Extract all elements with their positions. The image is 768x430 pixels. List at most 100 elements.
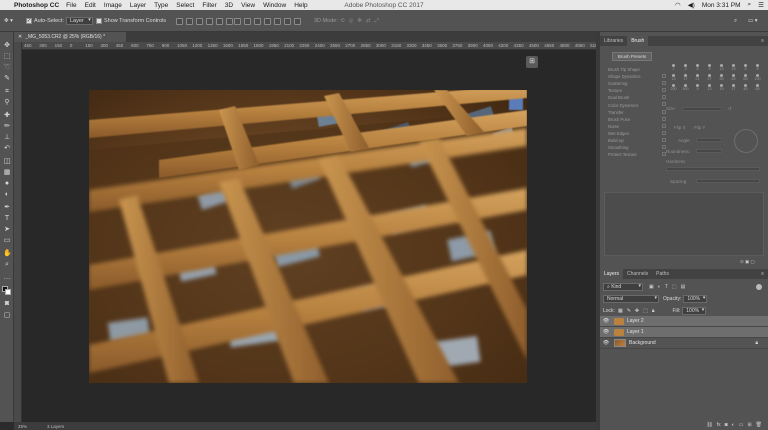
- brush-tip-cell[interactable]: 45: [740, 84, 751, 92]
- path-select-icon[interactable]: ➤: [3, 226, 11, 234]
- brush-presets-button[interactable]: Brush Presets: [612, 52, 652, 61]
- marquee-tool-icon[interactable]: ⬚: [3, 53, 11, 61]
- clock[interactable]: Mon 3:31 PM: [702, 2, 741, 9]
- filter-smart-icon[interactable]: ▤: [681, 284, 686, 290]
- layer-name[interactable]: Background: [629, 340, 656, 346]
- distribute-hcenter-icon[interactable]: [274, 17, 281, 25]
- menu-type[interactable]: Type: [154, 2, 168, 9]
- pen-tool-icon[interactable]: ✒: [3, 204, 11, 212]
- layer-row[interactable]: 👁︎ Layer 2: [600, 316, 768, 327]
- brush-tip-cell[interactable]: 19: [716, 84, 727, 92]
- fill-field[interactable]: 100%: [682, 306, 707, 315]
- document-image[interactable]: [89, 90, 527, 383]
- distribute-vcenter-icon[interactable]: [244, 17, 251, 25]
- brush-tip-cell[interactable]: 65: [740, 74, 751, 82]
- brush-tip-cell[interactable]: 5: [692, 64, 703, 72]
- lock-image-icon[interactable]: ✎: [627, 308, 631, 314]
- menu-3d[interactable]: 3D: [225, 2, 233, 9]
- layer-row[interactable]: 👁︎ Layer 1: [600, 327, 768, 338]
- quick-mask-icon[interactable]: ◙: [3, 300, 11, 308]
- brush-tip-cell[interactable]: 13: [716, 64, 727, 72]
- brush-angle-preview[interactable]: [734, 129, 758, 153]
- shape-tool-icon[interactable]: ▭: [3, 237, 11, 245]
- history-brush-icon[interactable]: ↶: [3, 145, 11, 153]
- crop-tool-icon[interactable]: ⌗: [3, 88, 11, 96]
- brush-option-item[interactable]: Protect Texture: [608, 151, 666, 158]
- lock-icon[interactable]: [662, 74, 666, 79]
- volume-icon[interactable]: ◀): [688, 1, 695, 9]
- 3d-slide-icon[interactable]: ⇄: [366, 18, 371, 24]
- search-icon[interactable]: ⌕: [748, 1, 752, 9]
- brush-option-item[interactable]: Noise: [608, 123, 666, 130]
- size-slider[interactable]: [682, 107, 722, 111]
- brush-tip-cell[interactable]: 13: [704, 84, 715, 92]
- delete-layer-icon[interactable]: 🗑︎: [756, 422, 762, 430]
- close-tab-icon[interactable]: ✕: [18, 34, 22, 40]
- lock-icon[interactable]: [662, 116, 666, 121]
- brush-tip-cell[interactable]: 45: [728, 74, 739, 82]
- menu-window[interactable]: Window: [263, 2, 286, 9]
- add-mask-icon[interactable]: ◙: [725, 422, 728, 430]
- vertical-ruler[interactable]: [14, 42, 22, 422]
- layer-row[interactable]: 👁︎ Background 🔒︎: [600, 338, 768, 349]
- menu-view[interactable]: View: [241, 2, 255, 9]
- 3d-scale-icon[interactable]: ⤢: [375, 18, 379, 25]
- menu-image[interactable]: Image: [104, 2, 122, 9]
- blend-mode-dropdown[interactable]: Normal: [603, 294, 659, 303]
- align-right-icon[interactable]: [226, 17, 233, 25]
- lasso-tool-icon[interactable]: ➰: [3, 64, 12, 72]
- brush-option-item[interactable]: Shape Dynamics: [608, 73, 666, 80]
- flip-x-label[interactable]: Flip X: [674, 125, 686, 130]
- tab-paths[interactable]: Paths: [652, 269, 673, 279]
- hand-tool-icon[interactable]: ✋: [3, 250, 12, 258]
- tab-brush[interactable]: Brush: [627, 36, 649, 46]
- search-icon[interactable]: ⌕: [734, 17, 737, 25]
- flip-y-label[interactable]: Flip Y: [694, 125, 705, 130]
- hardness-slider[interactable]: [666, 167, 760, 171]
- brush-option-item[interactable]: Transfer: [608, 109, 666, 116]
- zoom-tool-icon[interactable]: ⌕: [3, 261, 11, 269]
- horizontal-ruler[interactable]: 450 300 150 0 150 300 450 600 750 900 1050 1200 1350…: [22, 42, 600, 50]
- align-vcenter-icon[interactable]: [186, 17, 193, 25]
- brush-tip-cell[interactable]: 27: [704, 74, 715, 82]
- brush-tip-cell[interactable]: 9: [692, 84, 703, 92]
- new-layer-icon[interactable]: ⊞: [747, 422, 751, 430]
- brush-tip-cell[interactable]: 17: [728, 84, 739, 92]
- show-transform-checkbox[interactable]: [96, 18, 102, 24]
- align-left-icon[interactable]: [206, 17, 213, 25]
- brush-tip-cell[interactable]: 13: [668, 74, 679, 82]
- distribute-left-icon[interactable]: [264, 17, 271, 25]
- menu-select[interactable]: Select: [176, 2, 194, 9]
- brush-option-item[interactable]: Build-up: [608, 137, 666, 144]
- workspace-icon[interactable]: ▭ ▾: [748, 17, 758, 25]
- brush-tip-cell[interactable]: 300: [680, 84, 691, 92]
- layer-name[interactable]: Layer 2: [627, 318, 644, 324]
- brush-option-item[interactable]: Color Dynamics: [608, 101, 666, 108]
- layer-filter-dropdown[interactable]: ⌕ Kind: [603, 282, 643, 291]
- document-info[interactable]: 3 Layers: [47, 424, 64, 429]
- move-tool-icon[interactable]: ✥ ▾: [4, 17, 13, 25]
- filter-toggle[interactable]: [756, 283, 762, 290]
- tab-layers[interactable]: Layers: [600, 269, 624, 279]
- layer-name[interactable]: Layer 1: [627, 329, 644, 335]
- brush-option-item[interactable]: Brush Tip Shape: [608, 66, 666, 73]
- add-style-icon[interactable]: fx: [717, 422, 721, 430]
- brush-option-item[interactable]: Dual Brush: [608, 94, 666, 101]
- lock-all-icon[interactable]: 🔒︎: [652, 308, 655, 314]
- brush-option-item[interactable]: Brush Pose: [608, 116, 666, 123]
- brush-option-item[interactable]: Scattering: [608, 80, 666, 87]
- align-bottom-icon[interactable]: [196, 17, 203, 25]
- healing-brush-icon[interactable]: ✚: [3, 112, 11, 120]
- brush-tip-cell[interactable]: 21: [692, 74, 703, 82]
- more-tools-icon[interactable]: …: [3, 274, 11, 282]
- opacity-field[interactable]: 100%: [683, 294, 708, 303]
- distribute-top-icon[interactable]: [234, 17, 241, 25]
- tab-libraries[interactable]: Libraries: [600, 36, 627, 46]
- brush-tip-cell[interactable]: 3: [680, 64, 691, 72]
- eraser-tool-icon[interactable]: ◫: [3, 158, 11, 166]
- brush-tip-cell[interactable]: 19: [728, 64, 739, 72]
- link-layers-icon[interactable]: ⛓: [706, 422, 712, 430]
- type-tool-icon[interactable]: T: [3, 215, 11, 223]
- lock-icon[interactable]: [662, 123, 666, 128]
- eyedropper-tool-icon[interactable]: ⚲: [3, 99, 11, 107]
